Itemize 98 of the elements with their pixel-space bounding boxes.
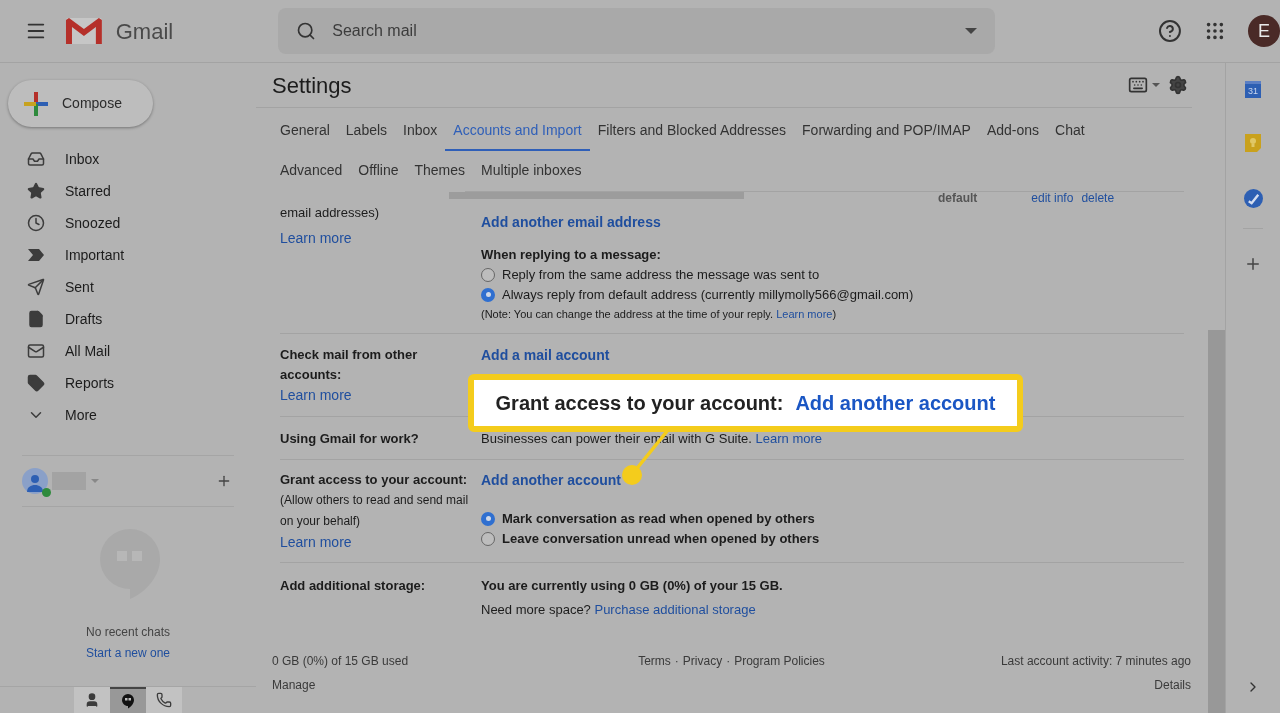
chat-tab[interactable]	[110, 687, 146, 713]
user-avatar-icon	[22, 468, 48, 494]
default-label: default	[938, 192, 978, 204]
details-link[interactable]: Details	[1154, 676, 1191, 694]
add-mail-account-link[interactable]: Add a mail account	[481, 347, 610, 363]
setting-label: Check mail from other accounts:	[280, 346, 419, 384]
radio-button[interactable]	[481, 287, 495, 302]
radio-button[interactable]	[481, 267, 495, 282]
setting-label: email addresses)	[280, 204, 380, 222]
compose-button[interactable]: Compose	[8, 80, 153, 127]
separator-dot: ·	[726, 653, 731, 670]
learn-more-link[interactable]: Learn more	[280, 227, 352, 249]
quote-bubble-icon	[120, 693, 136, 709]
help-icon[interactable]	[1158, 19, 1183, 43]
phone-icon	[156, 692, 172, 708]
settings-tab[interactable]: General	[272, 111, 338, 151]
learn-more-link[interactable]: Learn more	[280, 385, 352, 406]
plus-icon	[24, 91, 48, 116]
label-icon	[27, 374, 45, 392]
mail-logo	[64, 17, 103, 45]
storage-used: 0 GB (0%) of 15 GB used	[272, 653, 409, 670]
important-icon	[27, 246, 45, 264]
nav-item[interactable]: Important	[0, 239, 240, 271]
nav-item[interactable]: Reports	[0, 367, 240, 399]
settings-tab[interactable]: Forwarding and POP/IMAP	[794, 111, 979, 151]
radio-button[interactable]	[481, 531, 495, 546]
setting-description: (Allow others to read and send mail on your behalf)	[280, 492, 470, 530]
settings-tab[interactable]: Add-ons	[978, 111, 1048, 151]
file-icon	[27, 310, 45, 328]
setting-label: Using Gmail for work?	[280, 430, 420, 448]
mail-icon	[27, 342, 45, 360]
nav-item[interactable]: More	[0, 399, 240, 431]
settings-tab[interactable]: Chat	[1047, 111, 1093, 151]
radio-label: Leave conversation unread when opened by others	[502, 529, 820, 548]
setting-label: Add additional storage:	[280, 577, 427, 595]
settings-tab[interactable]: Labels	[337, 111, 396, 151]
radio-button[interactable]	[481, 511, 495, 526]
empty-chat-text: No recent chats	[84, 624, 171, 641]
nav-item[interactable]: Inbox	[0, 143, 240, 175]
start-chat-link[interactable]: Start a new one	[85, 644, 171, 662]
check-circle-icon[interactable]	[1243, 189, 1263, 208]
clock-icon	[27, 214, 45, 232]
learn-more-link[interactable]: Learn more	[280, 532, 352, 553]
nav-item[interactable]: Sent	[0, 271, 240, 303]
learn-more-link[interactable]: Learn more	[755, 431, 823, 446]
storage-usage: You are currently using 0 GB (0%) of your 15 GB.	[481, 577, 784, 595]
nav-item[interactable]: Drafts	[0, 303, 240, 335]
app-name: Gmail	[115, 17, 174, 46]
radio-label: Always reply from default address (currently millymolly566@gmail.com)	[502, 285, 914, 304]
learn-more-link[interactable]: Learn more	[776, 307, 833, 320]
page-title: Settings	[272, 71, 352, 100]
separator-dot: ·	[674, 653, 679, 670]
chat-tab[interactable]	[146, 687, 182, 713]
nav-item[interactable]: All Mail	[0, 335, 240, 367]
star-icon	[27, 182, 45, 200]
avatar[interactable]: E	[1248, 15, 1280, 47]
storage-prompt: Need more space? Purchase additional storage	[481, 600, 757, 619]
plus-icon[interactable]	[1244, 255, 1262, 273]
footer-link[interactable]: Privacy	[682, 652, 723, 670]
person-icon	[84, 692, 100, 708]
footer-link[interactable]: Program Policies	[734, 652, 825, 670]
inbox-icon	[27, 150, 45, 168]
calendar-icon[interactable]: 31	[1245, 81, 1261, 98]
account-action-link[interactable]: edit info	[1031, 192, 1074, 204]
dropdown-caret-icon[interactable]	[965, 28, 978, 34]
send-icon	[27, 278, 45, 296]
settings-icon[interactable]	[1168, 75, 1188, 95]
settings-tab[interactable]: Filters and Blocked Addresses	[589, 111, 795, 151]
settings-tab[interactable]: Offline	[350, 151, 407, 191]
dropdown-caret-icon[interactable]	[1152, 83, 1160, 87]
footer-link[interactable]: Terms	[638, 652, 671, 670]
search-icon[interactable]	[296, 21, 317, 41]
callout-link[interactable]: Add another account	[795, 388, 996, 418]
radio-label: Mark conversation as read when opened by others	[502, 509, 815, 528]
scrollbar-thumb[interactable]	[1208, 330, 1225, 713]
settings-tab[interactable]: Themes	[406, 151, 474, 191]
chat-tab[interactable]	[74, 687, 110, 713]
add-account-link[interactable]: Add another account	[481, 469, 621, 491]
search-field[interactable]: Search mail	[278, 8, 996, 54]
redacted-bar	[52, 472, 86, 490]
purchase-storage-link[interactable]: Purchase additional storage	[594, 601, 756, 617]
search-input[interactable]: Search mail	[332, 19, 966, 43]
add-email-link[interactable]: Add another email address	[481, 212, 661, 233]
last-activity: Last account activity: 7 minutes ago	[1000, 653, 1191, 670]
nav-item[interactable]: Snoozed	[0, 207, 240, 239]
note-text: (Note: You can change the address at the time of your reply. Learn more)	[481, 306, 838, 322]
setting-label: Grant access to your account:	[280, 470, 469, 489]
manage-link[interactable]: Manage	[272, 676, 316, 694]
settings-tab[interactable]: Multiple inboxes	[473, 151, 590, 191]
account-action-link[interactable]: delete	[1081, 192, 1115, 204]
nav-item[interactable]: Starred	[0, 175, 240, 207]
reply-heading: When replying to a message:	[481, 246, 662, 264]
callout-label: Grant access to your account:	[495, 391, 784, 416]
settings-tab[interactable]: Advanced	[272, 151, 351, 191]
radio-label: Reply from the same address the message was sent to	[502, 265, 820, 284]
settings-tab[interactable]: Inbox	[395, 111, 446, 151]
plus-icon[interactable]	[216, 473, 232, 489]
keyboard-icon[interactable]	[1128, 75, 1148, 95]
